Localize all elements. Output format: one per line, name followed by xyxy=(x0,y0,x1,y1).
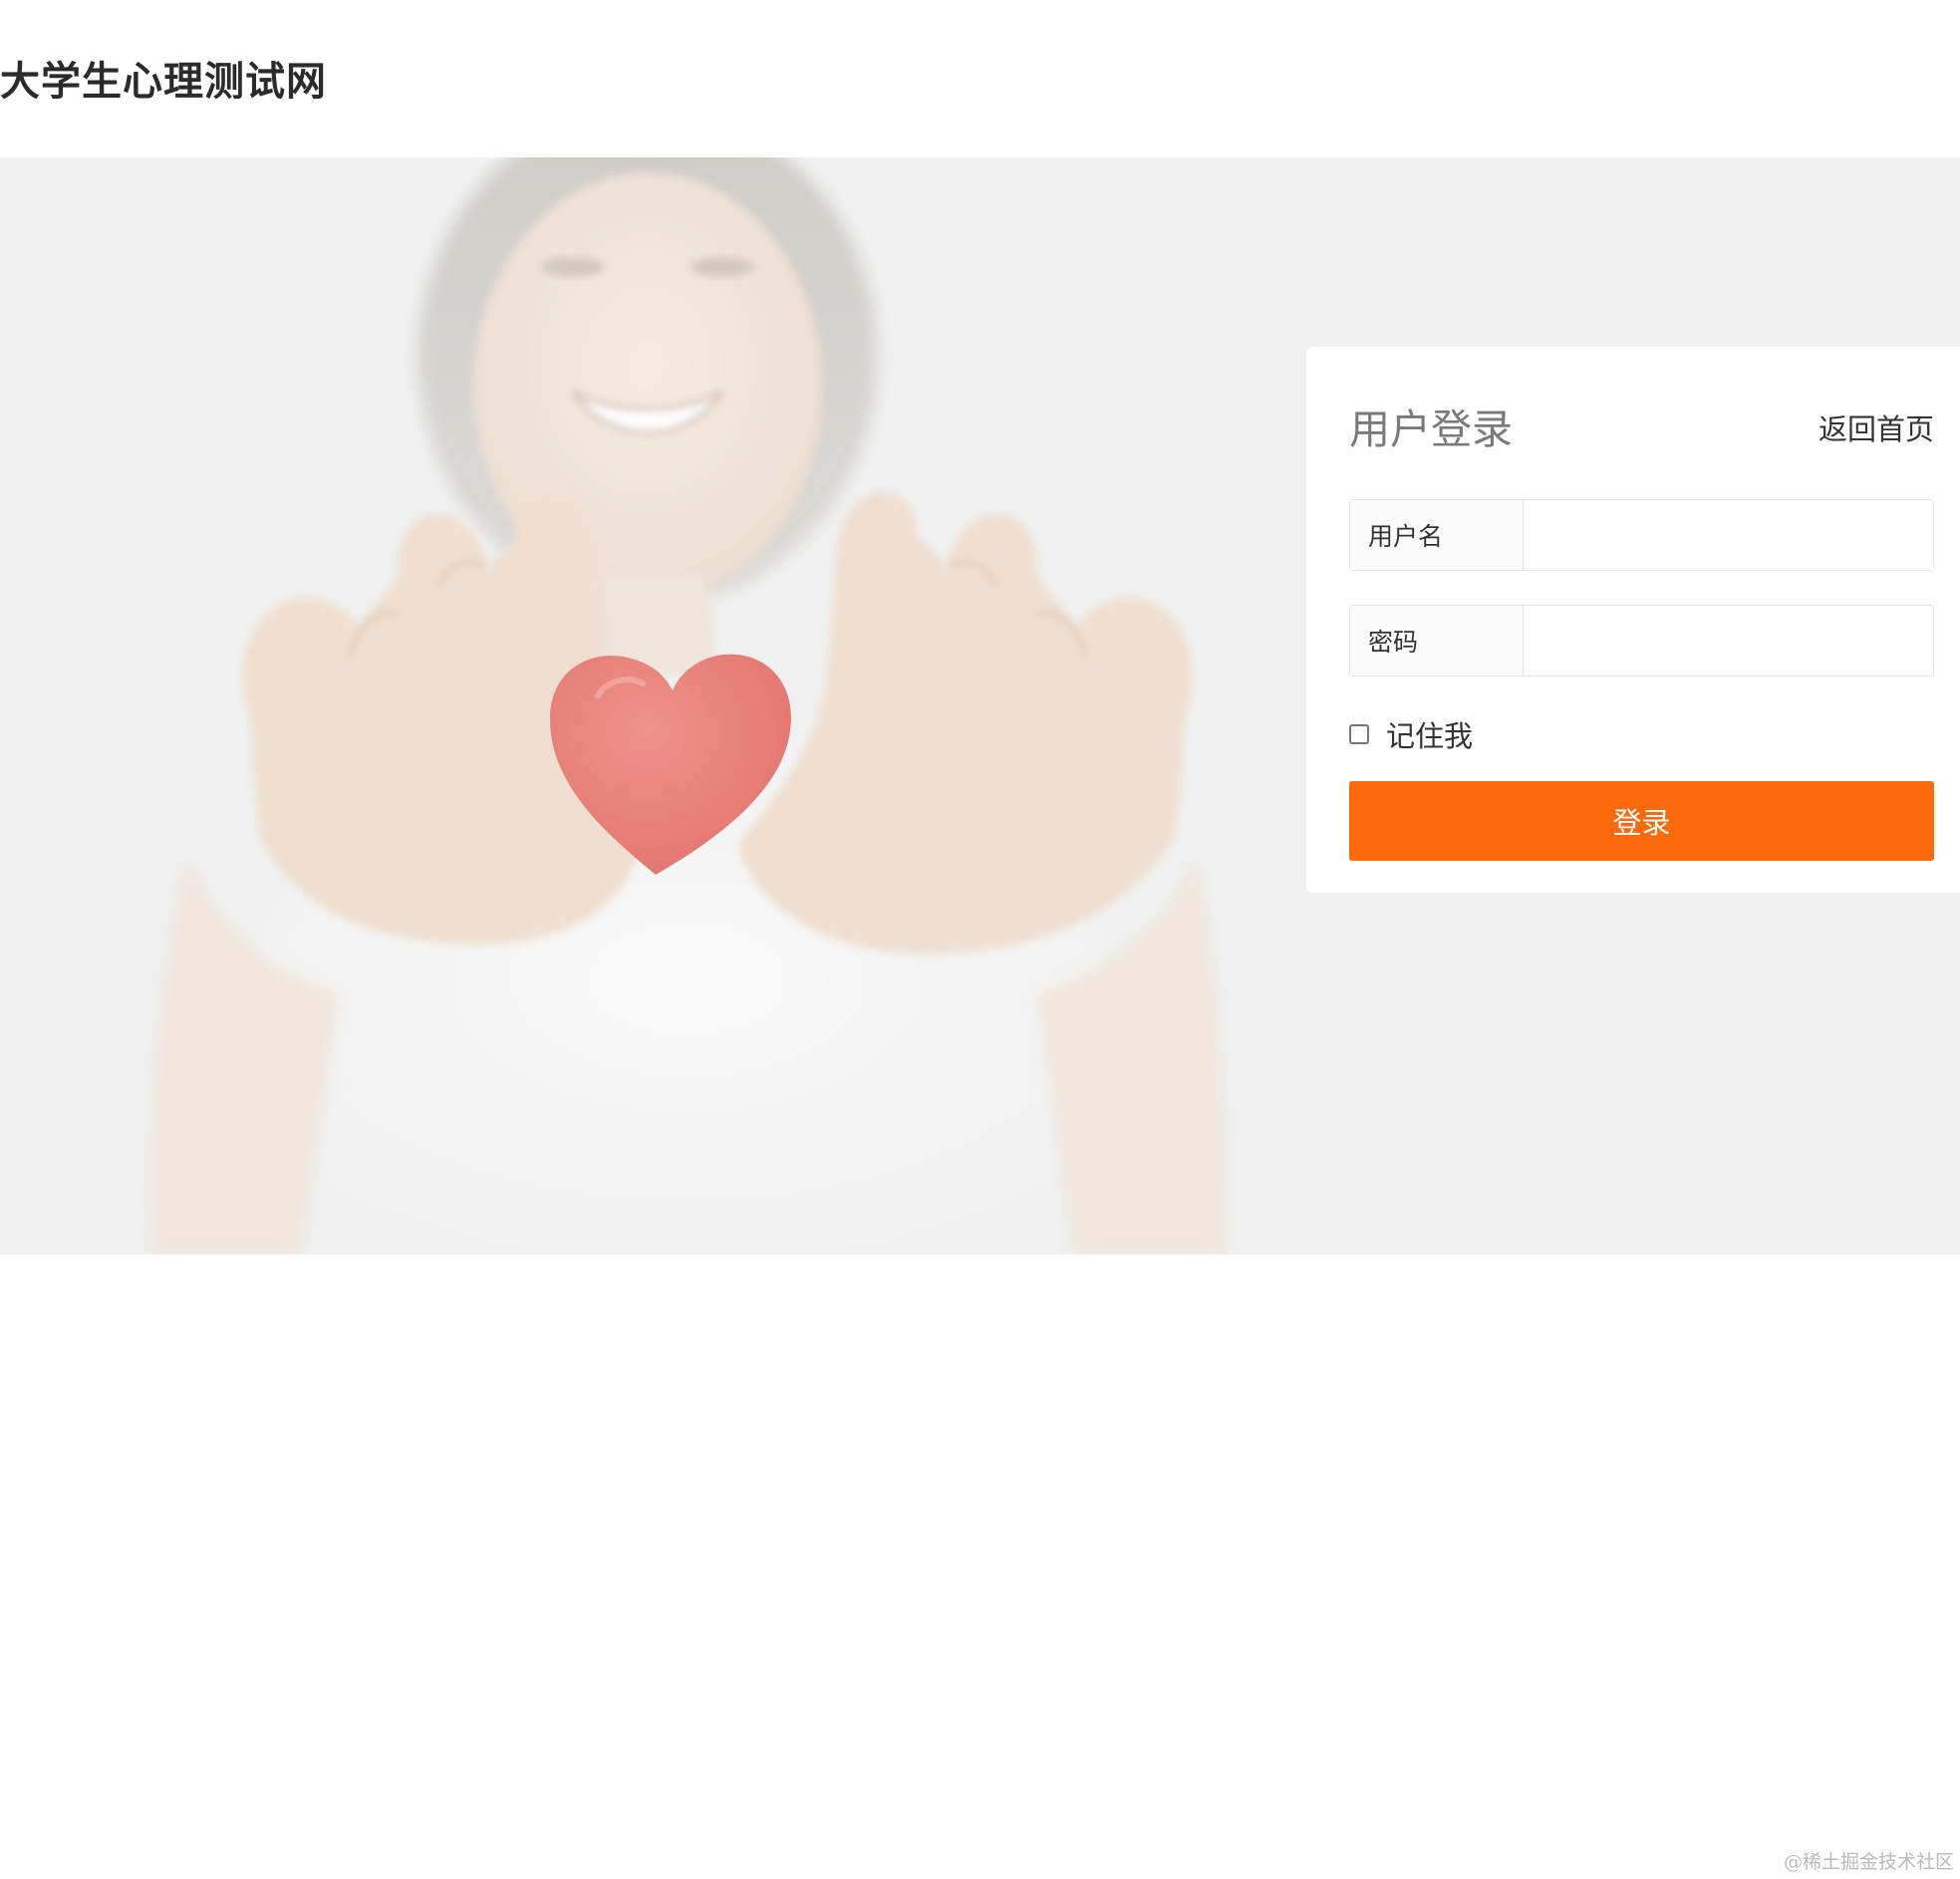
remember-me-checkbox[interactable] xyxy=(1349,724,1369,744)
password-field: 密码 xyxy=(1349,605,1934,676)
username-label: 用户名 xyxy=(1350,500,1524,570)
login-title: 用户登录 xyxy=(1349,405,1513,453)
back-to-home-link[interactable]: 返回首页 xyxy=(1819,409,1934,449)
login-submit-button[interactable]: 登录 xyxy=(1349,781,1934,861)
password-input[interactable] xyxy=(1524,606,1933,675)
username-input[interactable] xyxy=(1524,500,1933,570)
site-title: 大学生心理测试网 xyxy=(0,59,327,105)
login-page: 大学生心理测试网 用户登录 返回首页 用户名 密码 记住我 登录 @稀土掘金技术… xyxy=(0,0,1960,1879)
site-header: 大学生心理测试网 xyxy=(0,0,1960,157)
watermark: @稀土掘金技术社区 xyxy=(1783,1851,1954,1873)
remember-me-label[interactable]: 记住我 xyxy=(1386,713,1473,755)
password-label: 密码 xyxy=(1350,606,1524,675)
username-field: 用户名 xyxy=(1349,499,1934,571)
remember-me-row: 记住我 xyxy=(1349,714,1473,754)
login-card: 用户登录 返回首页 用户名 密码 记住我 登录 xyxy=(1306,347,1960,893)
